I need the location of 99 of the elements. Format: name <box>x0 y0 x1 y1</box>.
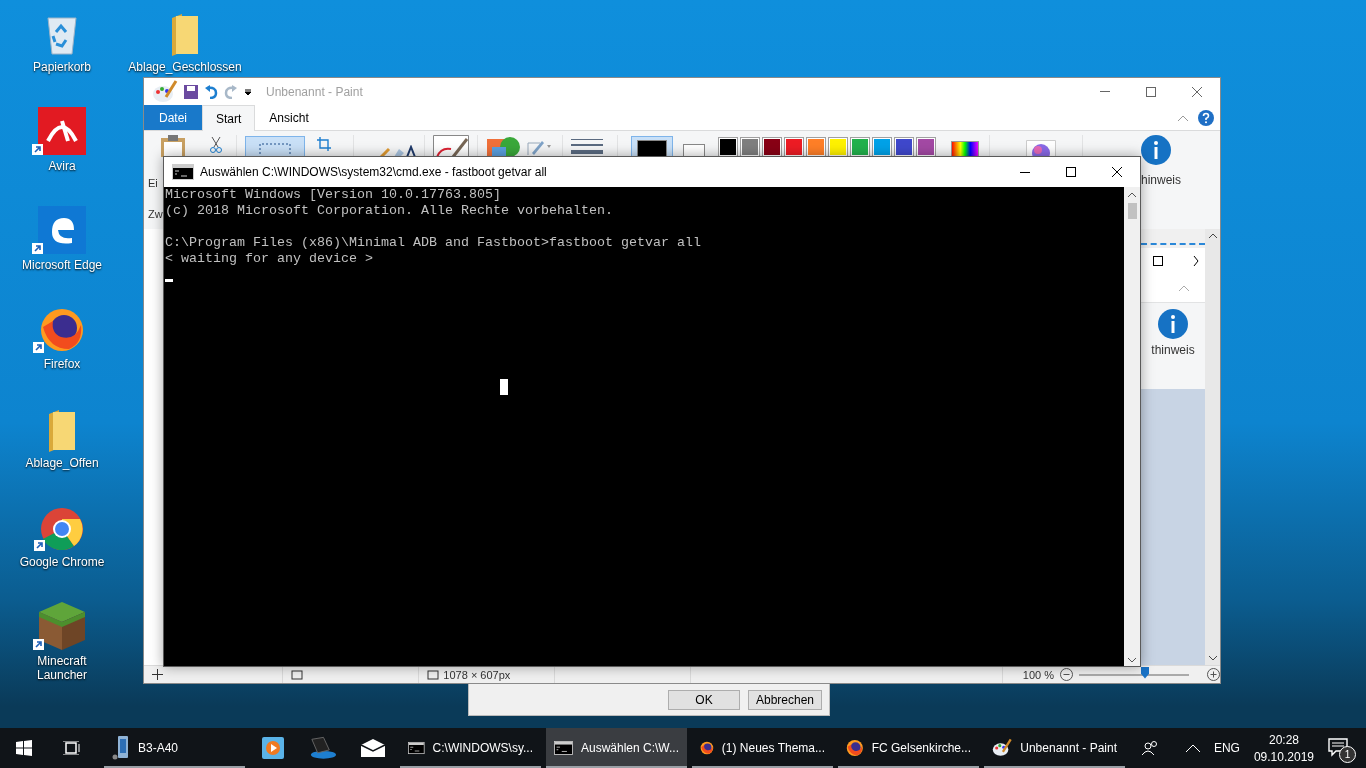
maximize-icon[interactable] <box>1066 167 1076 177</box>
desktop-icon-label[interactable]: Google Chrome <box>19 555 105 569</box>
people-icon[interactable] <box>1141 740 1160 756</box>
palette-swatch[interactable] <box>894 137 914 157</box>
dialog-button[interactable]: OK <box>668 689 740 710</box>
taskbar-button[interactable]: (1) Neues Thema... <box>692 728 833 768</box>
laptop-icon <box>308 736 337 760</box>
console-line: (c) 2018 Microsoft Corporation. Alle Rechte vorbehalten. <box>165 203 614 219</box>
undo-icon[interactable] <box>204 84 218 99</box>
info-icon[interactable] <box>1141 135 1171 165</box>
grass-block-icon <box>39 602 85 650</box>
window-title: Auswählen C:\WINDOWS\system32\cmd.exe - fastboot getvar all <box>200 165 547 179</box>
desktop-icon-label[interactable]: Minecraft Launcher <box>17 654 107 682</box>
console-icon <box>554 740 573 756</box>
ribbon-tab[interactable]: Datei <box>144 105 202 130</box>
select-tool[interactable] <box>245 136 305 158</box>
outline-icon[interactable] <box>526 139 552 155</box>
palette-swatch[interactable] <box>850 137 870 157</box>
scroll-down-icon[interactable] <box>1208 656 1217 661</box>
palette-swatch[interactable] <box>806 137 826 157</box>
palette-swatch[interactable] <box>740 137 760 157</box>
zoom-out-icon[interactable] <box>1060 668 1073 681</box>
console-line: C:\Program Files (x86)\Minimal ADB and Fastboot>fastboot getvar all <box>165 235 702 251</box>
minimize-icon[interactable] <box>1020 171 1030 173</box>
console-icon <box>172 164 194 180</box>
notifications-icon[interactable] <box>1328 737 1348 757</box>
collapse-ribbon-icon[interactable] <box>1178 114 1188 121</box>
zoom-slider-thumb[interactable] <box>1141 666 1149 679</box>
selection-cursor <box>500 379 508 395</box>
ribbon-label: Ei <box>148 177 159 189</box>
maximize-icon[interactable] <box>1153 256 1163 266</box>
zoom-in-icon[interactable] <box>1207 668 1220 681</box>
palette-swatch[interactable] <box>916 137 936 157</box>
image-size: 1078 × 607px <box>443 668 511 681</box>
scrollbar-thumb[interactable] <box>1127 203 1137 219</box>
ribbon-tab[interactable]: Start <box>202 105 256 131</box>
scissors-icon[interactable] <box>210 137 222 153</box>
palette-swatch[interactable] <box>784 137 804 157</box>
palette-swatch[interactable] <box>762 137 782 157</box>
umbrella-logo-icon <box>38 107 86 155</box>
chrome-logo-icon <box>40 507 84 551</box>
help-icon[interactable] <box>1198 109 1214 126</box>
line-width-icon[interactable] <box>571 139 603 155</box>
ribbon-tab[interactable]: Ansicht <box>255 105 323 130</box>
ribbon-label: hinweis <box>1141 173 1182 187</box>
crop-icon[interactable] <box>317 137 331 151</box>
desktop-icon-label[interactable]: Ablage_Geschlossen <box>128 60 242 74</box>
selection-size-icon <box>291 669 304 680</box>
console-icon <box>408 740 425 756</box>
edge-logo-icon <box>38 206 86 254</box>
palette-icon <box>152 79 178 104</box>
taskbar-button[interactable]: Auswählen C:\W... <box>546 728 687 768</box>
scrollbar[interactable] <box>1124 187 1140 666</box>
desktop-icon-label[interactable]: Firefox <box>43 357 81 371</box>
color-1-selector[interactable] <box>631 136 673 157</box>
phone-icon <box>112 735 130 761</box>
taskbar-button[interactable]: B3-A40 <box>104 728 245 768</box>
clipboard-icon[interactable] <box>160 135 186 157</box>
folder-icon <box>170 14 200 56</box>
media-player-icon <box>261 737 284 759</box>
palette-swatch[interactable] <box>828 137 848 157</box>
scroll-up-icon[interactable] <box>1208 233 1217 238</box>
firefox-logo-icon <box>39 307 85 353</box>
clock-date[interactable]: 09.10.2019 <box>1253 749 1314 764</box>
palette-swatch[interactable] <box>718 137 738 157</box>
taskbar-button[interactable]: C:\WINDOWS\sy... <box>400 728 541 768</box>
brushes-icon[interactable] <box>433 135 469 157</box>
mail-icon <box>359 738 386 758</box>
scrollbar[interactable] <box>1205 229 1220 665</box>
ribbon-label: Zw <box>148 208 163 220</box>
shapes-icon[interactable] <box>486 135 520 157</box>
image-size-icon <box>427 669 440 680</box>
close-icon[interactable] <box>1112 167 1122 177</box>
ribbon-label: thinweis <box>1151 343 1195 357</box>
desktop-icon-label[interactable]: Ablage_Offen <box>25 456 99 470</box>
desktop-icon-label[interactable]: Microsoft Edge <box>21 258 102 272</box>
console-line: Microsoft Windows [Version 10.0.17763.805] <box>165 187 502 203</box>
zoom-level: 100 % <box>1022 668 1054 681</box>
desktop-icon-label[interactable]: Avira <box>48 159 76 173</box>
info-icon <box>1158 309 1188 339</box>
palette-swatch[interactable] <box>872 137 892 157</box>
taskbar-button[interactable]: FC Gelsenkirche... <box>838 728 979 768</box>
console-line: < waiting for any device > <box>165 251 374 267</box>
window-title: Unbenannt - Paint <box>266 84 363 99</box>
drawing-tools-icon[interactable] <box>380 145 416 157</box>
dialog-button[interactable]: Abbrechen <box>748 689 822 710</box>
clock-time[interactable]: 20:28 <box>1268 732 1299 747</box>
show-hidden-icons[interactable] <box>1185 744 1200 752</box>
windows-logo-icon[interactable] <box>16 740 32 756</box>
move-icon <box>152 669 163 680</box>
save-icon[interactable] <box>184 84 198 99</box>
task-view-icon[interactable] <box>63 741 81 755</box>
desktop-icon-label[interactable]: Papierkorb <box>33 60 91 74</box>
taskbar-button[interactable]: Unbenannt - Paint <box>984 728 1125 768</box>
folder-icon <box>47 410 77 452</box>
chevron-right-icon[interactable] <box>1193 256 1199 266</box>
language-indicator[interactable]: ENG <box>1213 741 1240 755</box>
notification-count: 1 <box>1339 746 1356 763</box>
dropdown-caret-icon[interactable] <box>244 87 252 96</box>
